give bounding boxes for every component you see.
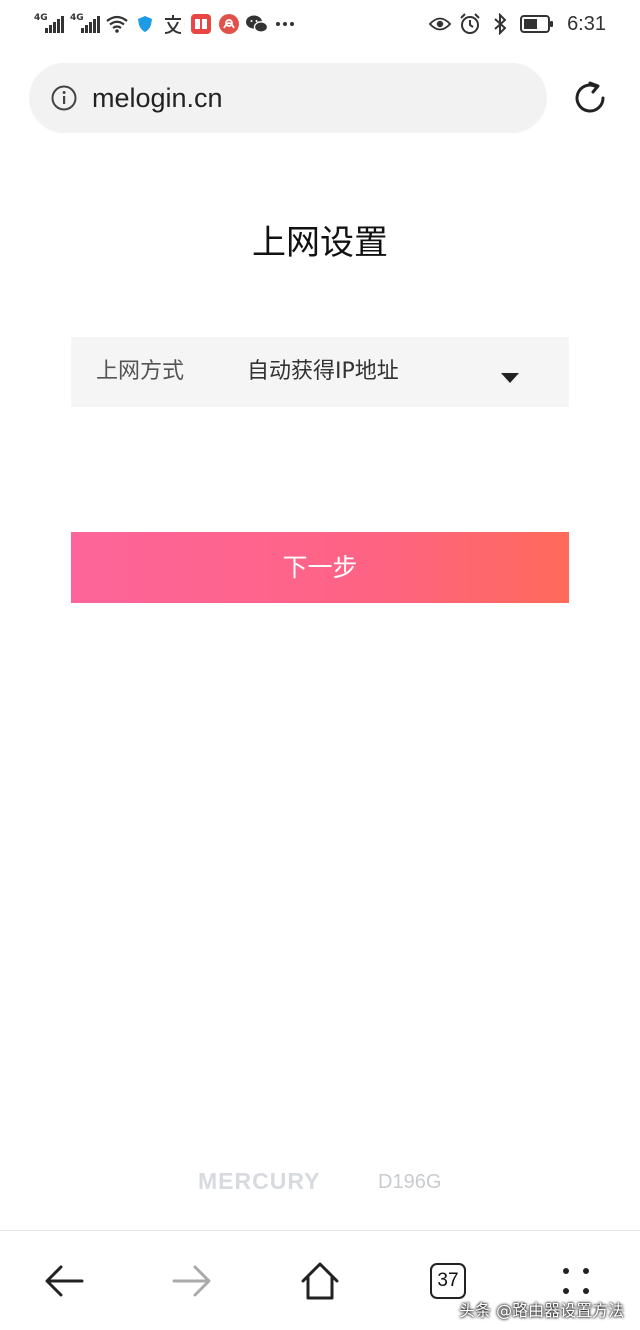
bluetooth-icon	[489, 13, 511, 35]
tabs-count[interactable]: 37	[430, 1263, 466, 1299]
model-number: D196G	[378, 1171, 442, 1193]
info-icon[interactable]	[51, 85, 77, 111]
more-dots-icon	[274, 13, 296, 35]
wechat-icon	[246, 13, 268, 35]
book-icon	[190, 13, 212, 35]
status-right: 6:31	[429, 10, 606, 38]
shield-icon	[134, 13, 156, 35]
watermark: 头条 @路由器设置方法	[459, 1301, 625, 1320]
page-title: 上网设置	[252, 223, 388, 263]
connection-type-value[interactable]: 自动获得IP地址	[247, 355, 399, 389]
status-time: 6:31	[567, 12, 606, 35]
home-icon[interactable]	[298, 1259, 342, 1303]
zhi-icon	[162, 13, 184, 35]
battery-icon	[519, 13, 555, 35]
brand-logo: MERCURY	[198, 1168, 321, 1194]
next-button[interactable]: 下一步	[71, 532, 569, 603]
wifi-icon	[106, 13, 128, 35]
connection-type-label: 上网方式	[96, 359, 185, 384]
forward-icon[interactable]	[170, 1259, 214, 1303]
url-text[interactable]: melogin.cn	[92, 81, 223, 115]
signal-icon: 4G	[70, 12, 100, 36]
radio-icon	[218, 13, 240, 35]
address-bar[interactable]: melogin.cn	[29, 63, 547, 133]
status-left: 4G 4G	[34, 10, 296, 38]
alarm-icon	[459, 13, 481, 35]
dropdown-arrow-icon[interactable]	[501, 368, 519, 383]
connection-type-select[interactable]: 上网方式 自动获得IP地址	[71, 337, 569, 407]
signal-icon: 4G	[34, 12, 64, 36]
eye-icon	[429, 13, 452, 35]
status-bar: 4G 4G 6:31	[0, 0, 640, 48]
refresh-icon[interactable]	[570, 78, 610, 118]
back-icon[interactable]	[42, 1259, 86, 1303]
